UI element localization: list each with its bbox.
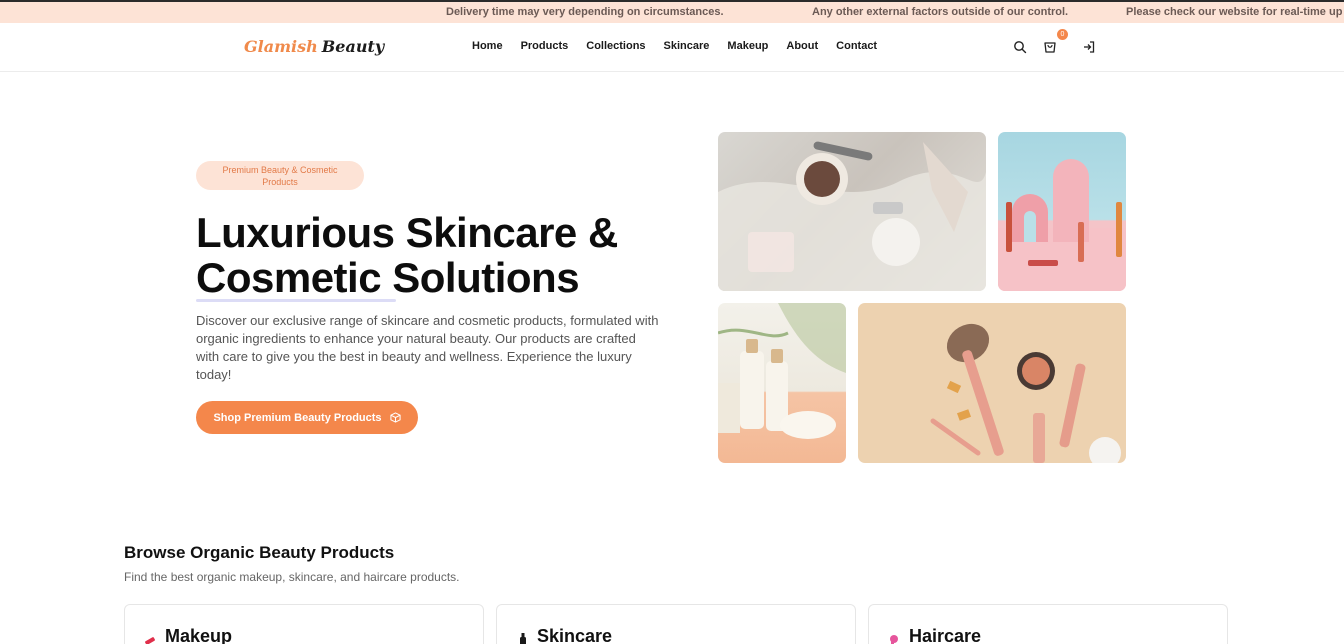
announcement-message: Delivery time may very depending on circ… — [446, 6, 724, 18]
category-card-makeup[interactable]: Makeup — [124, 604, 484, 644]
nav-home[interactable]: Home — [472, 40, 503, 52]
browse-section-title: Browse Organic Beauty Products — [124, 543, 395, 562]
main-nav: Home Products Collections Skincare Makeu… — [472, 40, 895, 52]
nav-about[interactable]: About — [786, 40, 818, 52]
title-underline — [196, 299, 396, 302]
category-card-skincare[interactable]: Skincare — [496, 604, 856, 644]
nav-makeup[interactable]: Makeup — [727, 40, 768, 52]
nav-skincare[interactable]: Skincare — [664, 40, 710, 52]
announcement-message: Please check our website for real-time u… — [1126, 6, 1343, 18]
brand-logo[interactable]: Glamish Beauty — [244, 37, 384, 56]
category-title: Haircare — [909, 626, 982, 644]
announcement-message: Any other external factors outside of ou… — [812, 6, 1069, 18]
browse-section-subtitle: Find the best organic makeup, skincare, … — [124, 570, 460, 584]
hero-image-cosmetics-flatlay — [718, 132, 986, 291]
login-icon[interactable] — [1082, 40, 1096, 54]
hero-image-lipgloss — [998, 132, 1126, 291]
box-icon — [389, 412, 401, 423]
dropper-bottle-icon — [520, 633, 526, 644]
hero-tag: Premium Beauty & Cosmetic Products — [196, 161, 364, 190]
cart-icon[interactable] — [1043, 40, 1057, 54]
nav-contact[interactable]: Contact — [836, 40, 877, 52]
nav-products[interactable]: Products — [521, 40, 569, 52]
lipstick-icon — [145, 637, 155, 644]
category-title: Makeup — [165, 626, 233, 644]
shop-products-label: Shop Premium Beauty Products — [213, 411, 382, 424]
search-icon[interactable] — [1013, 40, 1027, 54]
site-header: Glamish Beauty Home Products Collections … — [0, 23, 1344, 72]
cart-count-badge: 0 — [1057, 29, 1068, 40]
logo-text-secondary: Beauty — [321, 37, 385, 56]
hero-image-makeup-brushes — [858, 303, 1126, 463]
logo-text-primary: Glamish — [244, 37, 318, 56]
hero-tag-label: Premium Beauty & Cosmetic Products — [222, 165, 338, 187]
hero-description: Discover our exclusive range of skincare… — [196, 313, 659, 382]
announcement-bar: Delivery time may very depending on circ… — [0, 0, 1344, 23]
nav-collections[interactable]: Collections — [586, 40, 645, 52]
hero-image-serum-bottles — [718, 303, 846, 463]
hairdryer-icon — [890, 635, 898, 644]
shop-products-button[interactable]: Shop Premium Beauty Products — [196, 401, 418, 434]
hero-title: Luxurious Skincare & Cosmetic Solutions — [196, 209, 618, 301]
category-card-haircare[interactable]: Haircare — [868, 604, 1228, 644]
category-title: Skincare — [537, 626, 613, 644]
